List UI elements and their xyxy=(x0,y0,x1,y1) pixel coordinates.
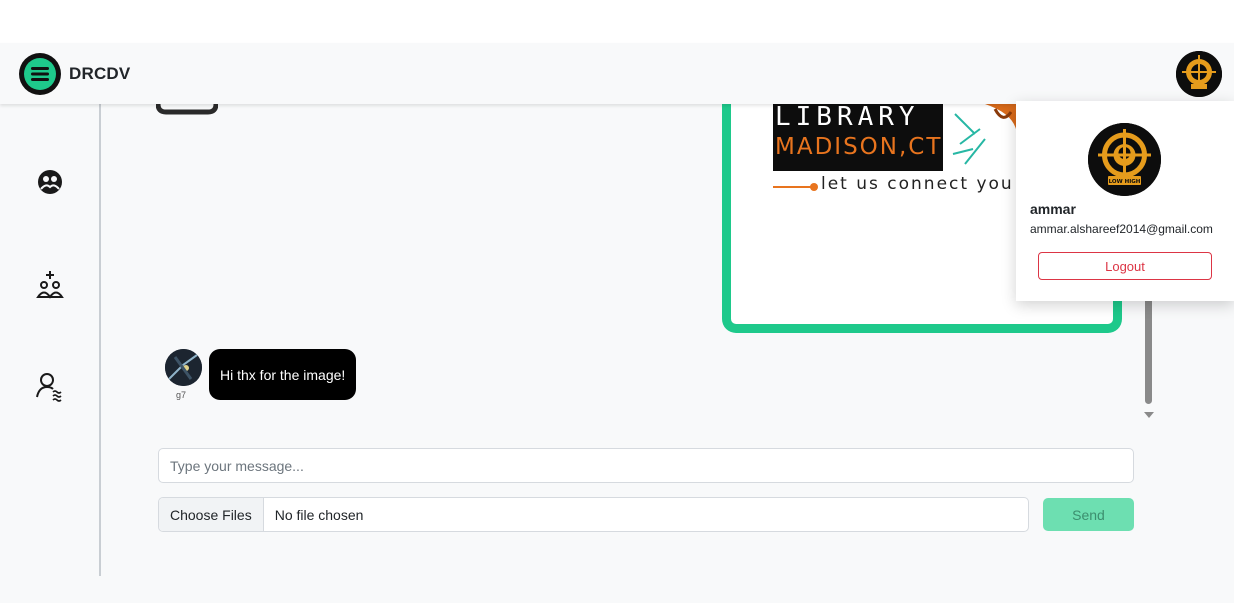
profile-email: ammar.alshareef2014@gmail.com xyxy=(1030,222,1213,236)
file-input[interactable]: Choose Files No file chosen xyxy=(158,497,1029,532)
brand-link[interactable]: DRCDV xyxy=(19,53,130,95)
message-input[interactable] xyxy=(158,448,1134,483)
profile-avatar-icon xyxy=(1176,51,1222,97)
sender-avatar xyxy=(165,349,202,386)
group-icon[interactable] xyxy=(34,166,66,198)
previous-message-image xyxy=(156,104,218,115)
menu-lines-icon xyxy=(19,53,61,95)
browser-top-strip xyxy=(0,0,1234,43)
user-avatar-button[interactable] xyxy=(1176,51,1222,97)
library-place: MADISON,CT xyxy=(775,134,943,160)
message-bubble: Hi thx for the image! xyxy=(209,349,357,400)
add-group-icon[interactable] xyxy=(34,269,66,301)
tagline-line xyxy=(773,186,813,188)
navbar: DRCDV xyxy=(0,43,1234,104)
file-status: No file chosen xyxy=(274,506,364,523)
chat-scrollbar[interactable] xyxy=(1143,290,1155,420)
profile-avatar: LOW HIGH xyxy=(1088,123,1161,196)
profile-name: ammar xyxy=(1030,201,1076,217)
library-image: LIBRARY MADISON,CT let us connect you xyxy=(773,104,1033,214)
library-tagline: let us connect you xyxy=(821,174,1014,194)
choose-files-button[interactable]: Choose Files xyxy=(159,498,264,531)
scroll-down-arrow-icon[interactable] xyxy=(1144,412,1154,418)
scrollbar-thumb[interactable] xyxy=(1145,290,1152,404)
sidebar-divider xyxy=(99,104,101,576)
library-word: LIBRARY xyxy=(775,104,920,132)
send-button[interactable]: Send xyxy=(1043,498,1134,531)
sender-name: g7 xyxy=(176,390,187,400)
brand-name: DRCDV xyxy=(69,64,131,83)
users-search-icon[interactable] xyxy=(34,370,66,402)
tagline-dot xyxy=(810,183,818,191)
avatar-logo-text: LOW HIGH xyxy=(1109,179,1141,185)
logout-button[interactable]: Logout xyxy=(1038,252,1212,280)
profile-dropdown: LOW HIGH ammar ammar.alshareef2014@gmail… xyxy=(1016,101,1234,301)
library-banner: LIBRARY MADISON,CT xyxy=(773,104,943,171)
